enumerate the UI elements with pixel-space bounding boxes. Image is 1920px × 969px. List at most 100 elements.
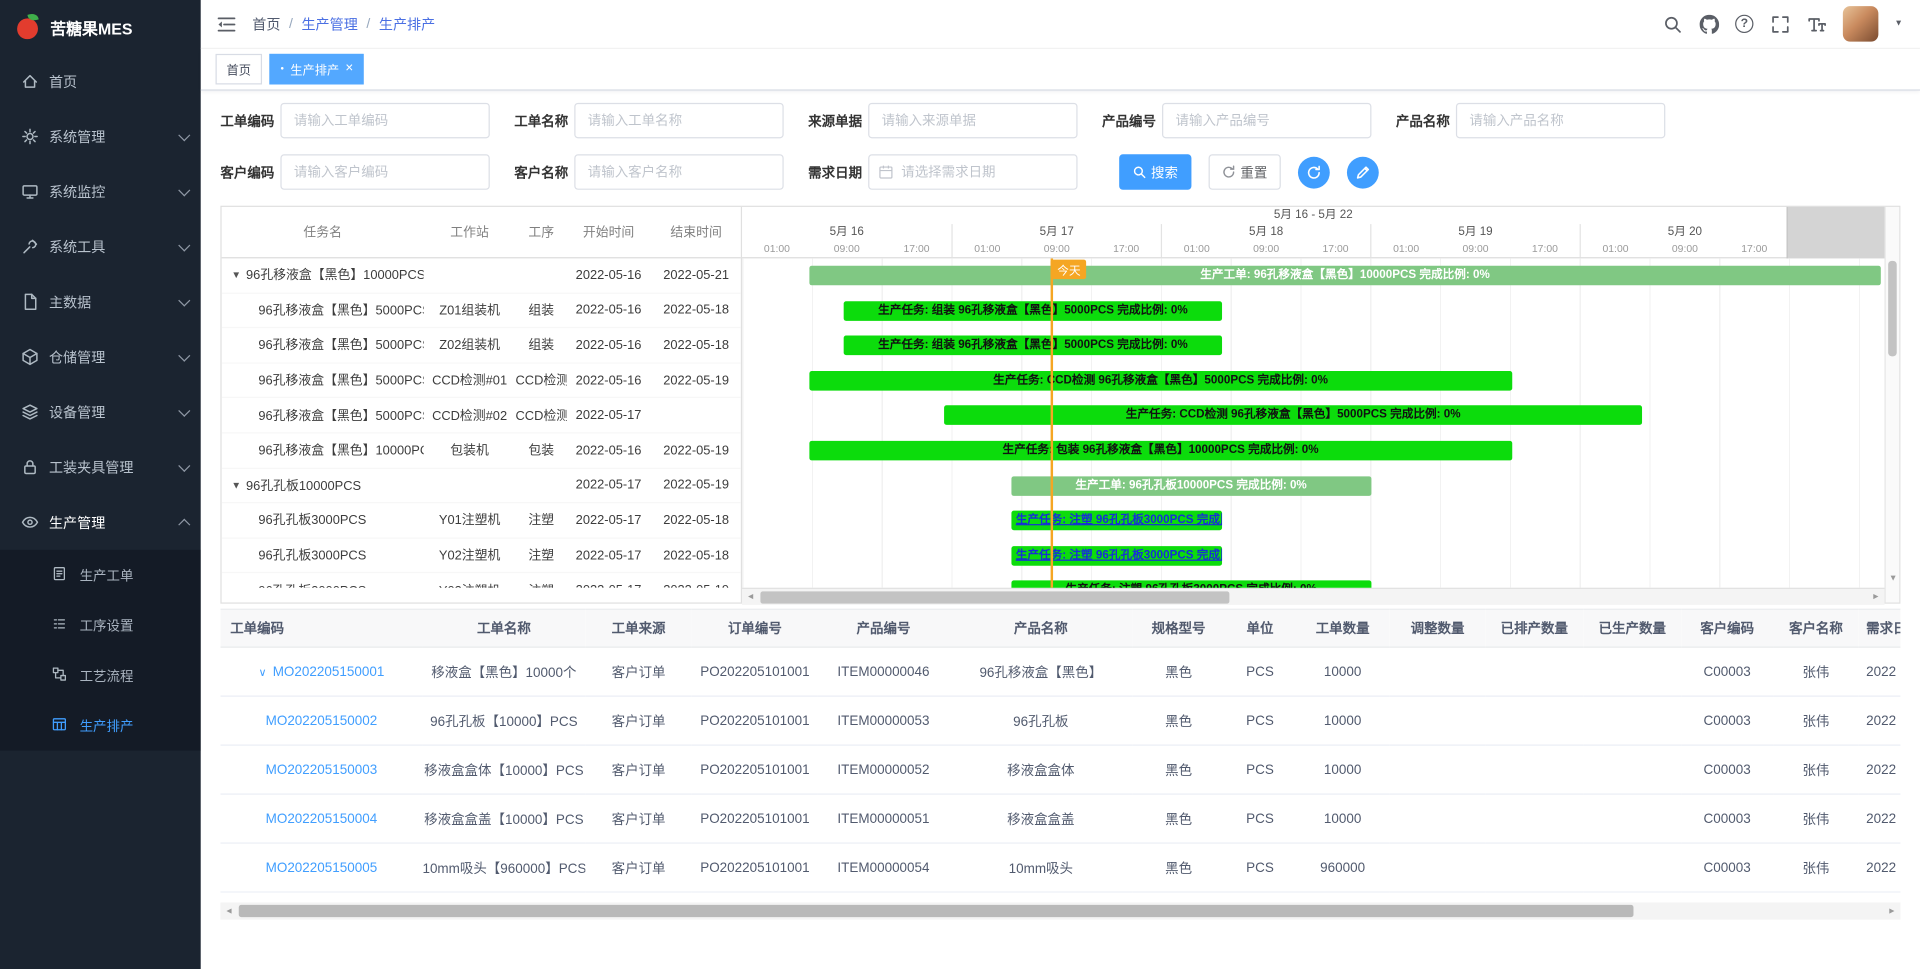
refresh-gantt-button[interactable] bbox=[1298, 156, 1330, 188]
product-no-input[interactable] bbox=[1162, 103, 1371, 139]
reset-button[interactable]: 重置 bbox=[1209, 154, 1281, 190]
search-button[interactable]: 搜索 bbox=[1119, 154, 1191, 190]
scroll-right-icon[interactable]: ► bbox=[1867, 593, 1884, 602]
sidebar-item-process-flow[interactable]: 工艺流程 bbox=[0, 650, 201, 700]
sidebar-item-system-monitor[interactable]: 系统监控 bbox=[0, 164, 201, 219]
gantt-bar-task[interactable]: 生产任务: 注塑 96孔孔板3000PCS 完成比例: 0% bbox=[1011, 581, 1371, 588]
gantt-bar-task-selected[interactable]: 生产任务: 注塑 96孔孔板3000PCS 完成比例: 0% bbox=[1011, 511, 1222, 531]
sidebar-item-work-order[interactable]: 生产工单 bbox=[0, 550, 201, 600]
help-icon[interactable]: ? bbox=[1735, 15, 1753, 33]
collapse-triangle-icon[interactable]: ▼ bbox=[231, 480, 241, 491]
gantt-row-task[interactable]: 96孔移液盒【黑色】5000PCS Z02组装机组装 2022-05-16202… bbox=[222, 328, 741, 363]
breadcrumb-separator: / bbox=[289, 17, 293, 32]
source-doc-input[interactable] bbox=[868, 103, 1077, 139]
work-order-link[interactable]: MO202205150003 bbox=[266, 762, 378, 777]
tab-close-icon[interactable]: × bbox=[345, 62, 353, 75]
gantt-row-task[interactable]: 96孔移液盒【黑色】5000PCS CCD检测#01CCD检测 2022-05-… bbox=[222, 363, 741, 398]
sidebar-item-home[interactable]: 首页 bbox=[0, 54, 201, 109]
gantt-bar-task[interactable]: 生产任务: 组装 96孔移液盒【黑色】5000PCS 完成比例: 0% bbox=[843, 336, 1222, 356]
work-order-link[interactable]: MO202205150004 bbox=[266, 811, 378, 826]
filter-row-2: 客户编码 客户名称 需求日期 搜索 重置 bbox=[220, 154, 1900, 190]
gantt-grid-rows: ▼96孔移液盒【黑色】10000PCS 2022-05-162022-05-21… bbox=[222, 258, 741, 587]
gantt-task-grid: 任务名 工作站 工序 开始时间 结束时间 ▼96孔移液盒【黑色】10000PCS… bbox=[222, 207, 742, 603]
product-name-input[interactable] bbox=[1456, 103, 1665, 139]
sidebar-item-production[interactable]: 生产管理 bbox=[0, 495, 201, 550]
gantt-bar-task[interactable]: 生产任务: CCD检测 96孔移液盒【黑色】5000PCS 完成比例: 0% bbox=[809, 371, 1512, 391]
scrollbar-thumb[interactable] bbox=[1888, 261, 1897, 357]
sidebar-submenu-production: 生产工单 工序设置 工艺流程 生产排产 bbox=[0, 550, 201, 751]
app-logo[interactable]: 苦糖果MES bbox=[0, 0, 201, 54]
eye-icon bbox=[21, 513, 39, 531]
work-order-link[interactable]: MO202205150001 bbox=[273, 664, 385, 679]
scrollbar-thumb[interactable] bbox=[760, 591, 1228, 603]
sidebar-item-master-data[interactable]: 主数据 bbox=[0, 274, 201, 329]
chevron-down-icon bbox=[178, 129, 190, 141]
gantt-row-task[interactable]: 96孔孔板3000PCS Y02注塑机注塑 2022-05-172022-05-… bbox=[222, 538, 741, 573]
customer-name-input[interactable] bbox=[574, 154, 783, 190]
sidebar-item-system-mgmt[interactable]: 系统管理 bbox=[0, 109, 201, 164]
user-avatar[interactable] bbox=[1843, 6, 1879, 42]
sidebar-collapse-icon[interactable] bbox=[216, 13, 238, 35]
chevron-down-icon bbox=[178, 349, 190, 361]
today-marker-line bbox=[1051, 258, 1053, 587]
chevron-up-icon bbox=[178, 519, 190, 531]
table-horizontal-scrollbar[interactable]: ◄ ► bbox=[220, 902, 1900, 919]
gantt-bar-task[interactable]: 生产任务: 包装 96孔移液盒【黑色】10000PCS 完成比例: 0% bbox=[809, 441, 1512, 461]
gantt-row-task[interactable]: 96孔移液盒【黑色】5000PCS CCD检测#02CCD检测 2022-05-… bbox=[222, 398, 741, 433]
sidebar-item-warehouse[interactable]: 仓储管理 bbox=[0, 329, 201, 384]
work-order-table: 工单编码 工单名称 工单来源 订单编号 产品编号 产品名称 规格型号 单位 工单… bbox=[220, 609, 1900, 893]
user-menu-caret-icon[interactable]: ▼ bbox=[1894, 20, 1902, 29]
gantt-bar-work-order[interactable]: 生产工单: 96孔移液盒【黑色】10000PCS 完成比例: 0% bbox=[809, 266, 1881, 286]
gantt-day-header: 5月 16 01:0009:0017:00 5月 17 01:0009:0017… bbox=[742, 224, 1884, 258]
table-row: MO202205150002 96孔孔板【10000】PCS客户订单PO2022… bbox=[220, 696, 1900, 745]
breadcrumb-production-mgmt[interactable]: 生产管理 bbox=[301, 14, 357, 34]
search-icon[interactable] bbox=[1662, 13, 1683, 34]
gantt-bar-task[interactable]: 生产任务: CCD检测 96孔移液盒【黑色】5000PCS 完成比例: 0% bbox=[944, 406, 1643, 426]
gantt-bar-task-selected[interactable]: 生产任务: 注塑 96孔孔板3000PCS 完成比例: 0% bbox=[1011, 546, 1222, 566]
page-content: 工单编码 工单名称 来源单据 产品编号 产品名称 客户编码 客户名称 需求日期 bbox=[201, 91, 1920, 969]
work-order-code-input[interactable] bbox=[280, 103, 489, 139]
scroll-right-icon[interactable]: ► bbox=[1883, 907, 1900, 916]
gantt-horizontal-scrollbar[interactable]: ◄ ► bbox=[742, 588, 1884, 605]
sidebar-item-fixture[interactable]: 工装夹具管理 bbox=[0, 440, 201, 495]
table-header-row: 工单编码 工单名称 工单来源 订单编号 产品编号 产品名称 规格型号 单位 工单… bbox=[220, 609, 1900, 647]
gantt-panel: 任务名 工作站 工序 开始时间 结束时间 ▼96孔移液盒【黑色】10000PCS… bbox=[220, 206, 1900, 604]
collapse-triangle-icon[interactable]: ▼ bbox=[231, 270, 241, 281]
customer-code-input[interactable] bbox=[280, 154, 489, 190]
gantt-grid-header: 任务名 工作站 工序 开始时间 结束时间 bbox=[222, 207, 741, 258]
sidebar-item-production-schedule[interactable]: 生产排产 bbox=[0, 700, 201, 750]
sidebar-item-equipment[interactable]: 设备管理 bbox=[0, 384, 201, 439]
github-icon[interactable] bbox=[1698, 13, 1719, 34]
breadcrumb-home[interactable]: 首页 bbox=[252, 14, 280, 34]
sidebar-item-system-tools[interactable]: 系统工具 bbox=[0, 219, 201, 274]
gantt-bar-task[interactable]: 生产任务: 组装 96孔移液盒【黑色】5000PCS 完成比例: 0% bbox=[843, 301, 1222, 321]
gantt-vertical-scrollbar[interactable]: ▼ bbox=[1884, 207, 1899, 603]
tab-production-schedule[interactable]: ● 生产排产 × bbox=[269, 54, 364, 85]
demand-date-input[interactable] bbox=[868, 154, 1077, 190]
edit-button[interactable] bbox=[1347, 156, 1379, 188]
gantt-weekend-shade bbox=[1787, 207, 1885, 258]
font-size-icon[interactable] bbox=[1806, 13, 1827, 34]
gantt-row-task[interactable]: 96孔孔板3000PCS Y03注塑机注塑 2022-05-172022-05-… bbox=[222, 573, 741, 587]
gantt-row-order-2[interactable]: ▼96孔孔板10000PCS 2022-05-172022-05-19 bbox=[222, 468, 741, 503]
gantt-bar-work-order[interactable]: 生产工单: 96孔孔板10000PCS 完成比例: 0% bbox=[1011, 476, 1371, 496]
gantt-row-task[interactable]: 96孔孔板3000PCS Y01注塑机注塑 2022-05-172022-05-… bbox=[222, 503, 741, 538]
scroll-left-icon[interactable]: ◄ bbox=[742, 593, 759, 602]
fullscreen-icon[interactable] bbox=[1769, 13, 1790, 34]
filter-row-1: 工单编码 工单名称 来源单据 产品编号 产品名称 bbox=[220, 103, 1900, 139]
row-expand-icon[interactable]: ∨ bbox=[259, 666, 267, 678]
table-row: MO202205150004 移液盒盒盖【10000】PCS客户订单PO2022… bbox=[220, 794, 1900, 843]
app-title: 苦糖果MES bbox=[50, 15, 132, 38]
work-order-name-input[interactable] bbox=[574, 103, 783, 139]
sidebar-item-process-settings[interactable]: 工序设置 bbox=[0, 600, 201, 650]
work-order-link[interactable]: MO202205150002 bbox=[266, 713, 378, 728]
topbar: 首页 / 生产管理 / 生产排产 ? ▼ bbox=[201, 0, 1920, 49]
tab-home[interactable]: 首页 bbox=[216, 54, 263, 85]
gantt-row-task[interactable]: 96孔移液盒【黑色】5000PCS Z01组装机组装 2022-05-16202… bbox=[222, 293, 741, 328]
gantt-row-task[interactable]: 96孔移液盒【黑色】10000PCS 包装机包装 2022-05-162022-… bbox=[222, 433, 741, 468]
scroll-down-icon[interactable]: ▼ bbox=[1886, 574, 1901, 583]
work-order-link[interactable]: MO202205150005 bbox=[266, 860, 378, 875]
scrollbar-thumb[interactable] bbox=[239, 905, 1633, 917]
gantt-row-order-1[interactable]: ▼96孔移液盒【黑色】10000PCS 2022-05-162022-05-21 bbox=[222, 258, 741, 293]
scroll-left-icon[interactable]: ◄ bbox=[220, 907, 237, 916]
